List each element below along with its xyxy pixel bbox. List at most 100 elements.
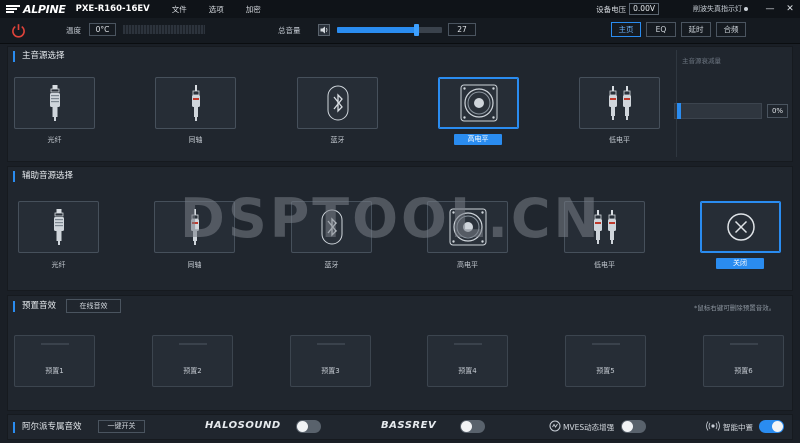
bassrev-logo: BASSREV	[381, 420, 437, 431]
temperature-value: 0°C	[89, 23, 116, 36]
mves-icon	[549, 420, 561, 434]
main-source-coaxial[interactable]	[155, 77, 236, 129]
menu-options[interactable]: 选项	[209, 4, 224, 15]
aux-source-bluetooth-label: 蓝牙	[324, 261, 339, 269]
brand-text: ALPINE	[23, 2, 66, 16]
bassrev-toggle[interactable]	[460, 420, 485, 433]
titlebar-right: 设备电压 0.00V 削波失真指示灯 — ✕	[596, 0, 800, 18]
preset-label: 预置6	[734, 367, 753, 375]
rca-icon	[593, 210, 616, 244]
bluetooth-icon	[327, 85, 348, 121]
main-source-attenuation-label: 主音源衰减量	[682, 57, 721, 65]
close-icon[interactable]: ✕	[780, 4, 800, 14]
master-volume-label: 总音量	[278, 26, 301, 35]
presets-section: 预置音效	[7, 295, 793, 411]
close-circle-icon	[726, 213, 755, 241]
one-key-toggle-button[interactable]: 一键开关	[98, 420, 145, 433]
temperature-meter	[123, 25, 205, 34]
main-source-bluetooth[interactable]	[297, 77, 378, 129]
window-controls: — ✕	[760, 4, 800, 14]
smart-center-icon	[706, 420, 720, 434]
alpine-effects-title: 阿尔派专属音效	[13, 422, 82, 433]
coaxial-icon	[190, 209, 199, 245]
preset-6[interactable]: 预置6	[703, 335, 784, 387]
voltage-value: 0.00V	[629, 3, 659, 15]
aux-source-coaxial[interactable]	[154, 201, 235, 253]
master-volume-value[interactable]: 27	[448, 23, 476, 36]
toggle-knob	[461, 421, 472, 432]
aux-source-off[interactable]	[700, 201, 781, 253]
speaker-volume-icon[interactable]	[318, 24, 330, 38]
menu-file[interactable]: 文件	[172, 4, 187, 15]
main-source-optical-label: 光纤	[47, 136, 62, 144]
title-bar: ALPINE PXE-R160-16EV 文件 选项 加密 设备电压 0.00V…	[0, 0, 800, 18]
alpine-logo: ALPINE	[6, 3, 66, 16]
alpine-logo-mark	[6, 4, 20, 14]
toggle-knob	[297, 421, 308, 432]
tab-delay[interactable]: 延时	[681, 22, 711, 37]
attenuation-slider[interactable]	[674, 103, 762, 119]
aux-source-title: 辅助音源选择	[13, 171, 73, 182]
toggle-knob	[622, 421, 633, 432]
speaker-icon	[460, 84, 497, 122]
attenuation-value[interactable]: 0%	[767, 104, 788, 118]
aux-source-bluetooth[interactable]	[291, 201, 372, 253]
smart-center-label: 智能中置	[723, 423, 753, 432]
preset-label: 预置1	[45, 367, 64, 375]
toggle-knob	[772, 421, 783, 432]
menu-bar: 文件 选项 加密	[172, 4, 261, 15]
coaxial-icon	[191, 85, 200, 121]
aux-source-low-level[interactable]	[564, 201, 645, 253]
preset-1[interactable]: 预置1	[14, 335, 95, 387]
mves-toggle[interactable]	[621, 420, 646, 433]
preset-2[interactable]: 预置2	[152, 335, 233, 387]
rca-icon	[608, 86, 631, 120]
presets-title: 预置音效	[13, 301, 56, 312]
volume-slider-thumb[interactable]	[414, 24, 419, 36]
aux-source-off-label: 关闭	[716, 258, 764, 269]
aux-source-optical[interactable]	[18, 201, 99, 253]
preset-3[interactable]: 预置3	[290, 335, 371, 387]
preset-label: 预置2	[183, 367, 202, 375]
master-volume-slider[interactable]	[337, 24, 442, 36]
aux-source-high-level-label: 高电平	[457, 261, 478, 269]
temperature-label: 温度	[66, 26, 81, 35]
optical-icon	[53, 209, 64, 245]
halosound-toggle[interactable]	[296, 420, 321, 433]
preset-4[interactable]: 预置4	[427, 335, 508, 387]
tab-home[interactable]: 主页	[611, 22, 641, 37]
aux-source-low-level-label: 低电平	[594, 261, 615, 269]
speaker-icon	[449, 208, 486, 246]
model-name: PXE-R160-16EV	[75, 4, 150, 14]
bluetooth-icon	[321, 209, 342, 245]
voltage-label: 设备电压	[596, 4, 627, 14]
attenuation-slider-thumb[interactable]	[677, 103, 681, 119]
mves-label: MVES动态增强	[563, 423, 615, 432]
main-tabs: 主页 EQ 延时 合频	[611, 22, 746, 37]
smart-center-toggle[interactable]	[759, 420, 784, 433]
preset-label: 预置3	[321, 367, 340, 375]
preset-label: 预置5	[596, 367, 615, 375]
volume-fill	[337, 27, 416, 33]
main-source-optical[interactable]	[14, 77, 95, 129]
main-source-bluetooth-label: 蓝牙	[330, 136, 345, 144]
aux-source-optical-label: 光纤	[51, 261, 66, 269]
aux-source-high-level[interactable]	[427, 201, 508, 253]
main-source-low-level-label: 低电平	[609, 136, 630, 144]
menu-encrypt[interactable]: 加密	[246, 4, 261, 15]
main-source-high-level[interactable]	[438, 77, 519, 129]
tab-crossover[interactable]: 合频	[716, 22, 746, 37]
preset-label: 预置4	[458, 367, 477, 375]
main-source-low-level[interactable]	[579, 77, 660, 129]
tab-eq[interactable]: EQ	[646, 22, 676, 37]
online-presets-button[interactable]: 在线音效	[66, 299, 121, 313]
minimize-icon[interactable]: —	[760, 4, 780, 14]
power-icon[interactable]	[11, 23, 26, 38]
presets-note: *鼠标右键可删除预置音效。	[694, 304, 776, 312]
clipping-indicator-label: 削波失真指示灯	[693, 5, 742, 13]
aux-source-coaxial-label: 同轴	[187, 261, 202, 269]
main-source-title: 主音源选择	[13, 51, 65, 62]
preset-5[interactable]: 预置5	[565, 335, 646, 387]
optical-icon	[49, 85, 60, 121]
main-source-high-level-label: 高电平	[454, 134, 502, 145]
